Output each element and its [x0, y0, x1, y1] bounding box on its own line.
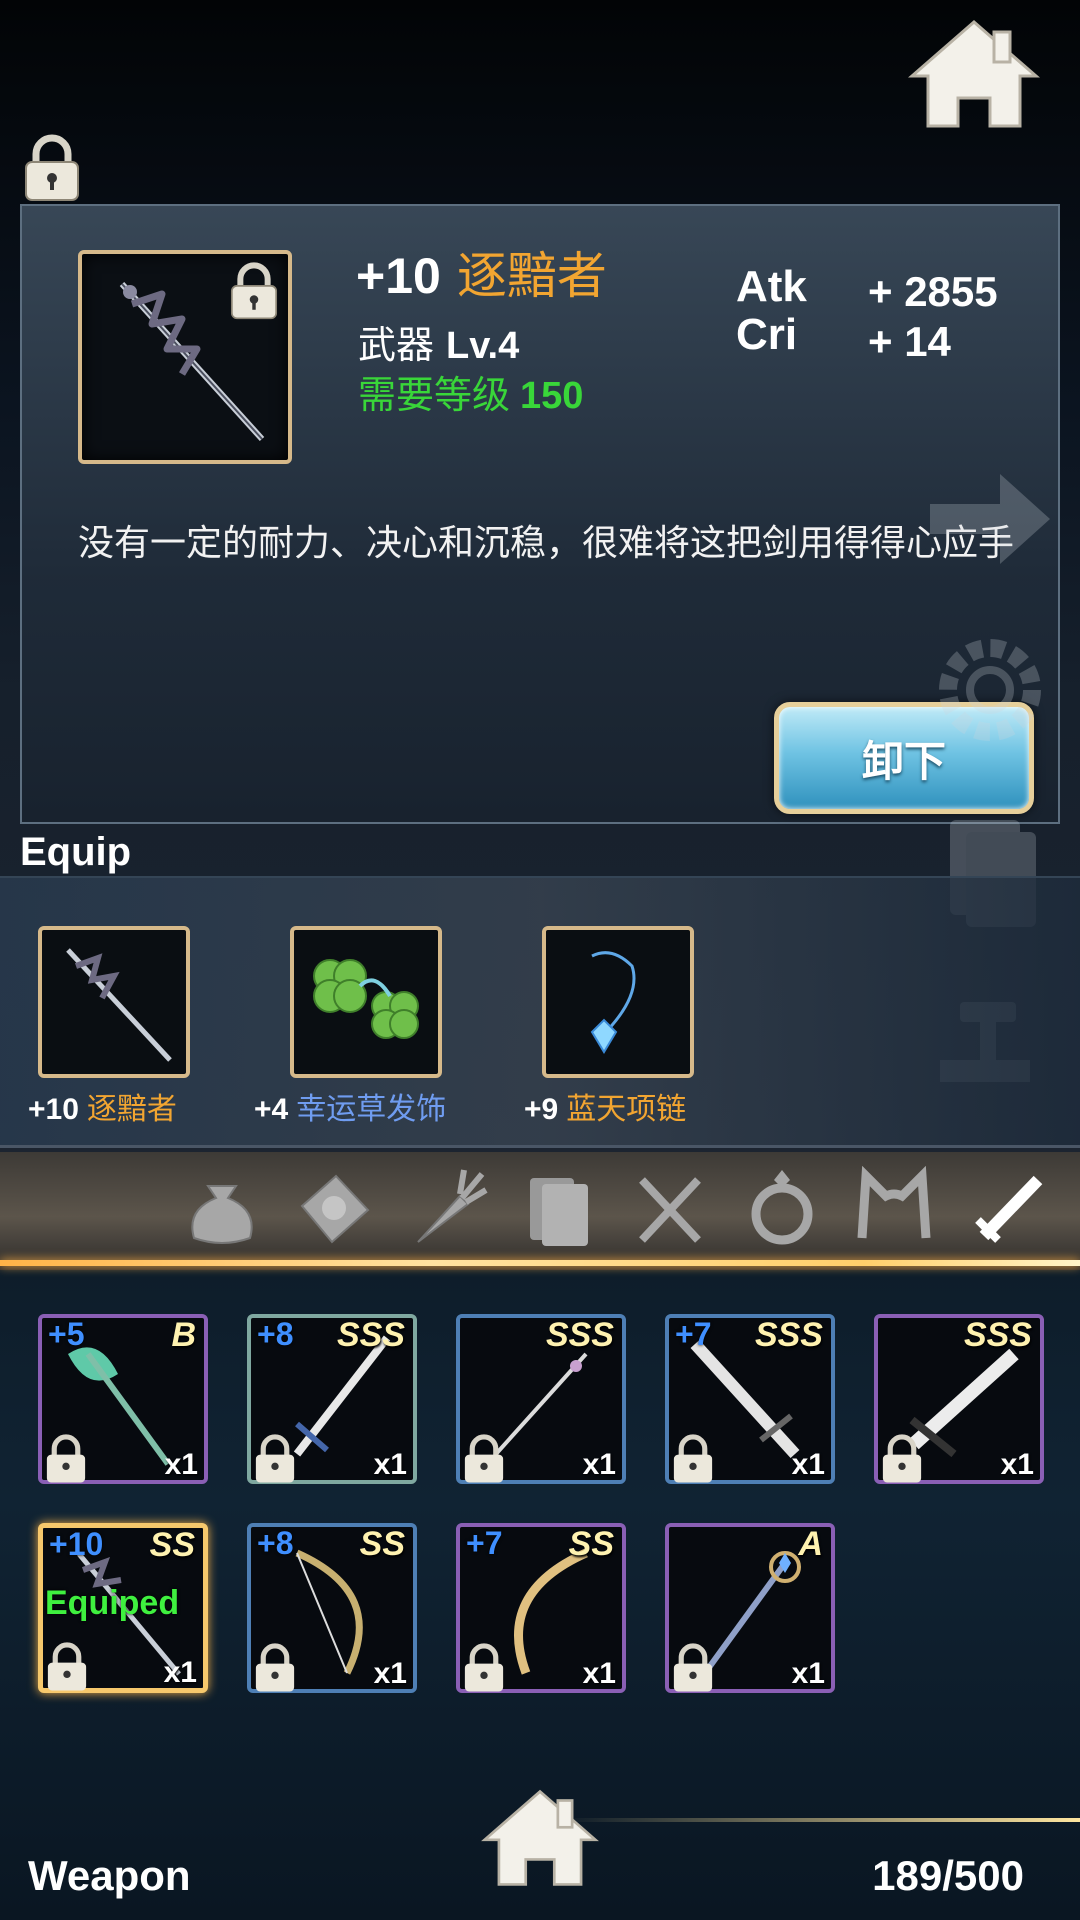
- home-icon[interactable]: [480, 1788, 600, 1888]
- lock-icon[interactable]: [226, 262, 282, 320]
- category-tab-bar: [0, 1152, 1080, 1270]
- equip-slot-weapon-name: +10 逐黯者: [28, 1084, 177, 1128]
- enhance-level: +7: [675, 1316, 712, 1352]
- enhance-level: +5: [48, 1316, 85, 1352]
- grade-badge: SS: [149, 1526, 195, 1564]
- item-type: 武器: [358, 323, 435, 367]
- inventory-slot[interactable]: +7 SS x1: [456, 1523, 626, 1693]
- footer-divider: [560, 1818, 1080, 1822]
- item-enhance-level: +10: [356, 248, 441, 304]
- inventory-slot[interactable]: SSS x1: [456, 1314, 626, 1484]
- quantity: x1: [373, 1657, 407, 1690]
- gear-icon: [939, 639, 1041, 741]
- grade-badge: SS: [568, 1525, 614, 1563]
- sword-icon[interactable]: [966, 1166, 1050, 1250]
- quantity: x1: [582, 1657, 616, 1690]
- equip-enhance: +9: [524, 1093, 559, 1126]
- enhance-level: +8: [257, 1525, 294, 1561]
- grade-badge: SSS: [754, 1316, 823, 1354]
- equip-slot-accessory[interactable]: [290, 926, 442, 1078]
- stat-value-cri: + 14: [868, 318, 951, 365]
- quantity: x1: [582, 1448, 616, 1481]
- inventory-category-title: Weapon: [28, 1852, 191, 1899]
- ring-icon[interactable]: [740, 1166, 824, 1250]
- equip-slot-weapon[interactable]: [38, 926, 190, 1078]
- item-detail-icon-frame: [78, 250, 292, 464]
- blue-necklace-icon: [590, 951, 636, 1054]
- lock-icon[interactable]: [20, 134, 84, 202]
- inventory-slot[interactable]: A x1: [665, 1523, 835, 1693]
- carrot-icon[interactable]: [404, 1166, 488, 1250]
- item-name: 逐黯者: [456, 248, 607, 304]
- cat-ears-icon[interactable]: [852, 1166, 936, 1250]
- enhance-level: +8: [257, 1316, 294, 1352]
- quantity: x1: [1000, 1448, 1034, 1481]
- item-type-line: 武器 Lv.4: [358, 314, 519, 369]
- quantity: x1: [791, 1657, 825, 1690]
- item-title: +10 逐黯者: [356, 236, 607, 308]
- stat-label-cri: Cri: [736, 310, 798, 359]
- bag-icon[interactable]: [180, 1166, 264, 1250]
- lock-icon[interactable]: [460, 1643, 508, 1693]
- quantity: x1: [373, 1448, 407, 1481]
- equip-slot-accessory-name: +4 幸运草发饰: [254, 1084, 446, 1128]
- utensils-icon[interactable]: [628, 1166, 712, 1250]
- quantity: x1: [164, 1448, 198, 1481]
- grade-badge: SSS: [545, 1316, 614, 1354]
- quantity: x1: [791, 1448, 825, 1481]
- enhance-level: +10: [49, 1526, 104, 1562]
- equip-name-text: 逐黯者: [86, 1092, 177, 1127]
- inventory-slot[interactable]: +5 B x1: [38, 1314, 208, 1484]
- item-detail-panel: +10 逐黯者 武器 Lv.4 需要等级 150 Atk Cri + 2855 + 1…: [20, 204, 1060, 824]
- book-icon[interactable]: [516, 1166, 600, 1250]
- grade-badge: SS: [359, 1525, 405, 1563]
- stat-value-atk: + 2855: [868, 268, 998, 315]
- lock-icon[interactable]: [669, 1643, 717, 1693]
- home-icon[interactable]: [908, 18, 1040, 130]
- equip-slot-necklace[interactable]: [542, 926, 694, 1078]
- equip-slot-necklace-name: +9 蓝天项链: [524, 1084, 686, 1128]
- inventory-slot[interactable]: +7 SSS x1: [665, 1314, 835, 1484]
- grade-badge: A: [798, 1525, 823, 1563]
- scroll-icon[interactable]: [292, 1166, 376, 1250]
- requirement-label: 需要等级: [358, 373, 511, 417]
- equip-enhance: +4: [254, 1093, 289, 1126]
- equip-name-text: 幸运草发饰: [296, 1092, 447, 1127]
- inventory-slot-equipped[interactable]: +10 SS Equiped x1: [38, 1523, 208, 1693]
- equip-section-label: Equip: [20, 830, 132, 874]
- lock-icon[interactable]: [669, 1434, 717, 1484]
- requirement-value: 150: [520, 375, 584, 417]
- equip-name-text: 蓝天项链: [566, 1092, 687, 1127]
- inventory-capacity: 189/500: [872, 1852, 1024, 1899]
- grade-badge: B: [171, 1316, 196, 1354]
- lock-icon[interactable]: [42, 1434, 90, 1484]
- item-description: 没有一定的耐力、决心和沉稳，很难将这把剑用得得心应手: [78, 523, 1015, 564]
- inventory-slot[interactable]: +8 SSS x1: [247, 1314, 417, 1484]
- arrow-icon: [930, 474, 1050, 564]
- equip-enhance: +10: [28, 1093, 79, 1126]
- grade-badge: SSS: [336, 1316, 405, 1354]
- inventory-slot[interactable]: +8 SS x1: [247, 1523, 417, 1693]
- tab-bar-glow-line: [0, 1260, 1080, 1266]
- item-requirement: 需要等级 150: [358, 364, 583, 419]
- lock-icon[interactable]: [251, 1434, 299, 1484]
- enhance-level: +7: [466, 1525, 503, 1561]
- clover-hairpin-icon: [313, 959, 419, 1039]
- inventory-slot[interactable]: SSS x1: [874, 1314, 1044, 1484]
- lock-icon[interactable]: [878, 1434, 926, 1484]
- item-level: Lv.4: [446, 325, 520, 367]
- lock-icon[interactable]: [460, 1434, 508, 1484]
- equip-strip: +10 逐黯者 +4 幸运草发饰 +9 蓝天项链: [0, 876, 1080, 1148]
- stat-label-atk: Atk: [736, 262, 807, 311]
- lock-icon[interactable]: [43, 1642, 91, 1692]
- equipped-label: Equiped: [45, 1584, 180, 1622]
- lock-icon[interactable]: [251, 1643, 299, 1693]
- grade-badge: SSS: [963, 1316, 1032, 1354]
- dark-sword-icon: [66, 948, 172, 1062]
- quantity: x1: [163, 1656, 197, 1689]
